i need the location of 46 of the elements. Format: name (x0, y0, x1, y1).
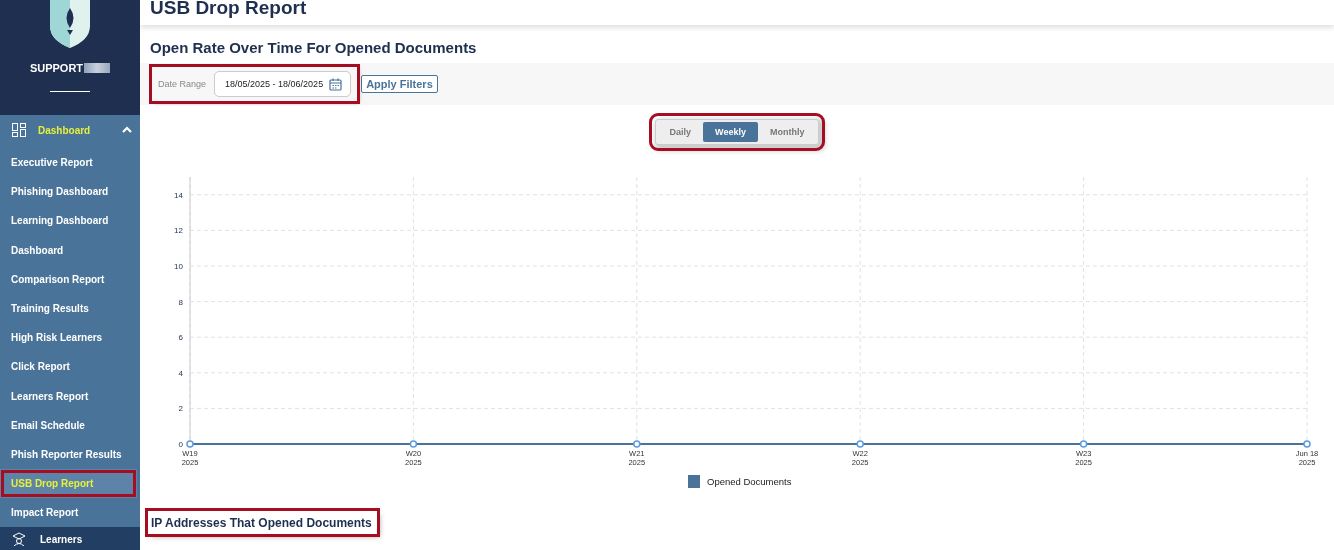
sidebar-item[interactable]: USB Drop Report (0, 469, 137, 499)
period-option[interactable]: Weekly (703, 122, 758, 142)
page-title: USB Drop Report (150, 0, 307, 19)
date-range-field[interactable]: 18/05/2025 - 18/06/2025 (214, 71, 352, 97)
sidebar-item[interactable]: Comparison Report (0, 264, 137, 294)
data-point (633, 440, 641, 448)
dashboard-grid-icon (12, 123, 26, 137)
sidebar-group[interactable]: Dashboard (38, 124, 110, 136)
sidebar-item[interactable]: Learners Report (0, 381, 137, 411)
sidebar-item[interactable]: Phish Reporter Results (0, 439, 137, 470)
y-tick-label: 12 (174, 226, 183, 236)
data-point (409, 440, 418, 448)
y-tick-label: 0 (178, 440, 183, 449)
sidebar-item[interactable]: Dashboard (0, 235, 137, 265)
period-option[interactable]: Monthly (757, 122, 817, 142)
sidebar-item[interactable]: Training Results (0, 293, 137, 324)
y-tick-label: 8 (178, 297, 183, 307)
user-name: SUPPORT (29, 62, 84, 74)
data-point (1303, 440, 1311, 448)
data-point (186, 440, 194, 448)
data-point (856, 440, 864, 448)
sidebar-item[interactable]: Impact Report (0, 498, 137, 528)
y-tick-label: 4 (178, 368, 183, 378)
sidebar-item[interactable]: Phishing Dashboard (0, 177, 137, 207)
graduate-icon (12, 532, 26, 547)
section-title: IP Addresses That Opened Documents (148, 511, 377, 534)
y-tick-label: 6 (178, 333, 183, 343)
field-label: Date Range (158, 79, 207, 89)
sidebar-item[interactable]: Executive Report (0, 148, 137, 178)
data-point (1079, 440, 1088, 448)
y-tick-label: 14 (174, 190, 183, 200)
sidebar-item[interactable]: Learning Dashboard (0, 206, 137, 236)
y-tick-label: 2 (178, 404, 183, 414)
legend-swatch (688, 475, 700, 488)
calendar-icon[interactable] (329, 77, 343, 91)
caret-icon[interactable] (122, 126, 132, 134)
sidebar-item[interactable]: Click Report (0, 352, 137, 382)
redacted-mark (84, 63, 111, 73)
sidebar-item[interactable]: Email Schedule (0, 410, 137, 440)
legend-label: Opened Documents (707, 476, 792, 487)
sidebar-group[interactable]: Learners (40, 533, 83, 545)
period-option[interactable]: Daily (657, 122, 704, 142)
sidebar-item[interactable]: High Risk Learners (0, 323, 137, 353)
apply-filters-button[interactable]: Apply Filters (361, 75, 438, 93)
y-tick-label: 10 (174, 262, 183, 271)
section-title: Open Rate Over Time For Opened Documents (150, 39, 477, 56)
